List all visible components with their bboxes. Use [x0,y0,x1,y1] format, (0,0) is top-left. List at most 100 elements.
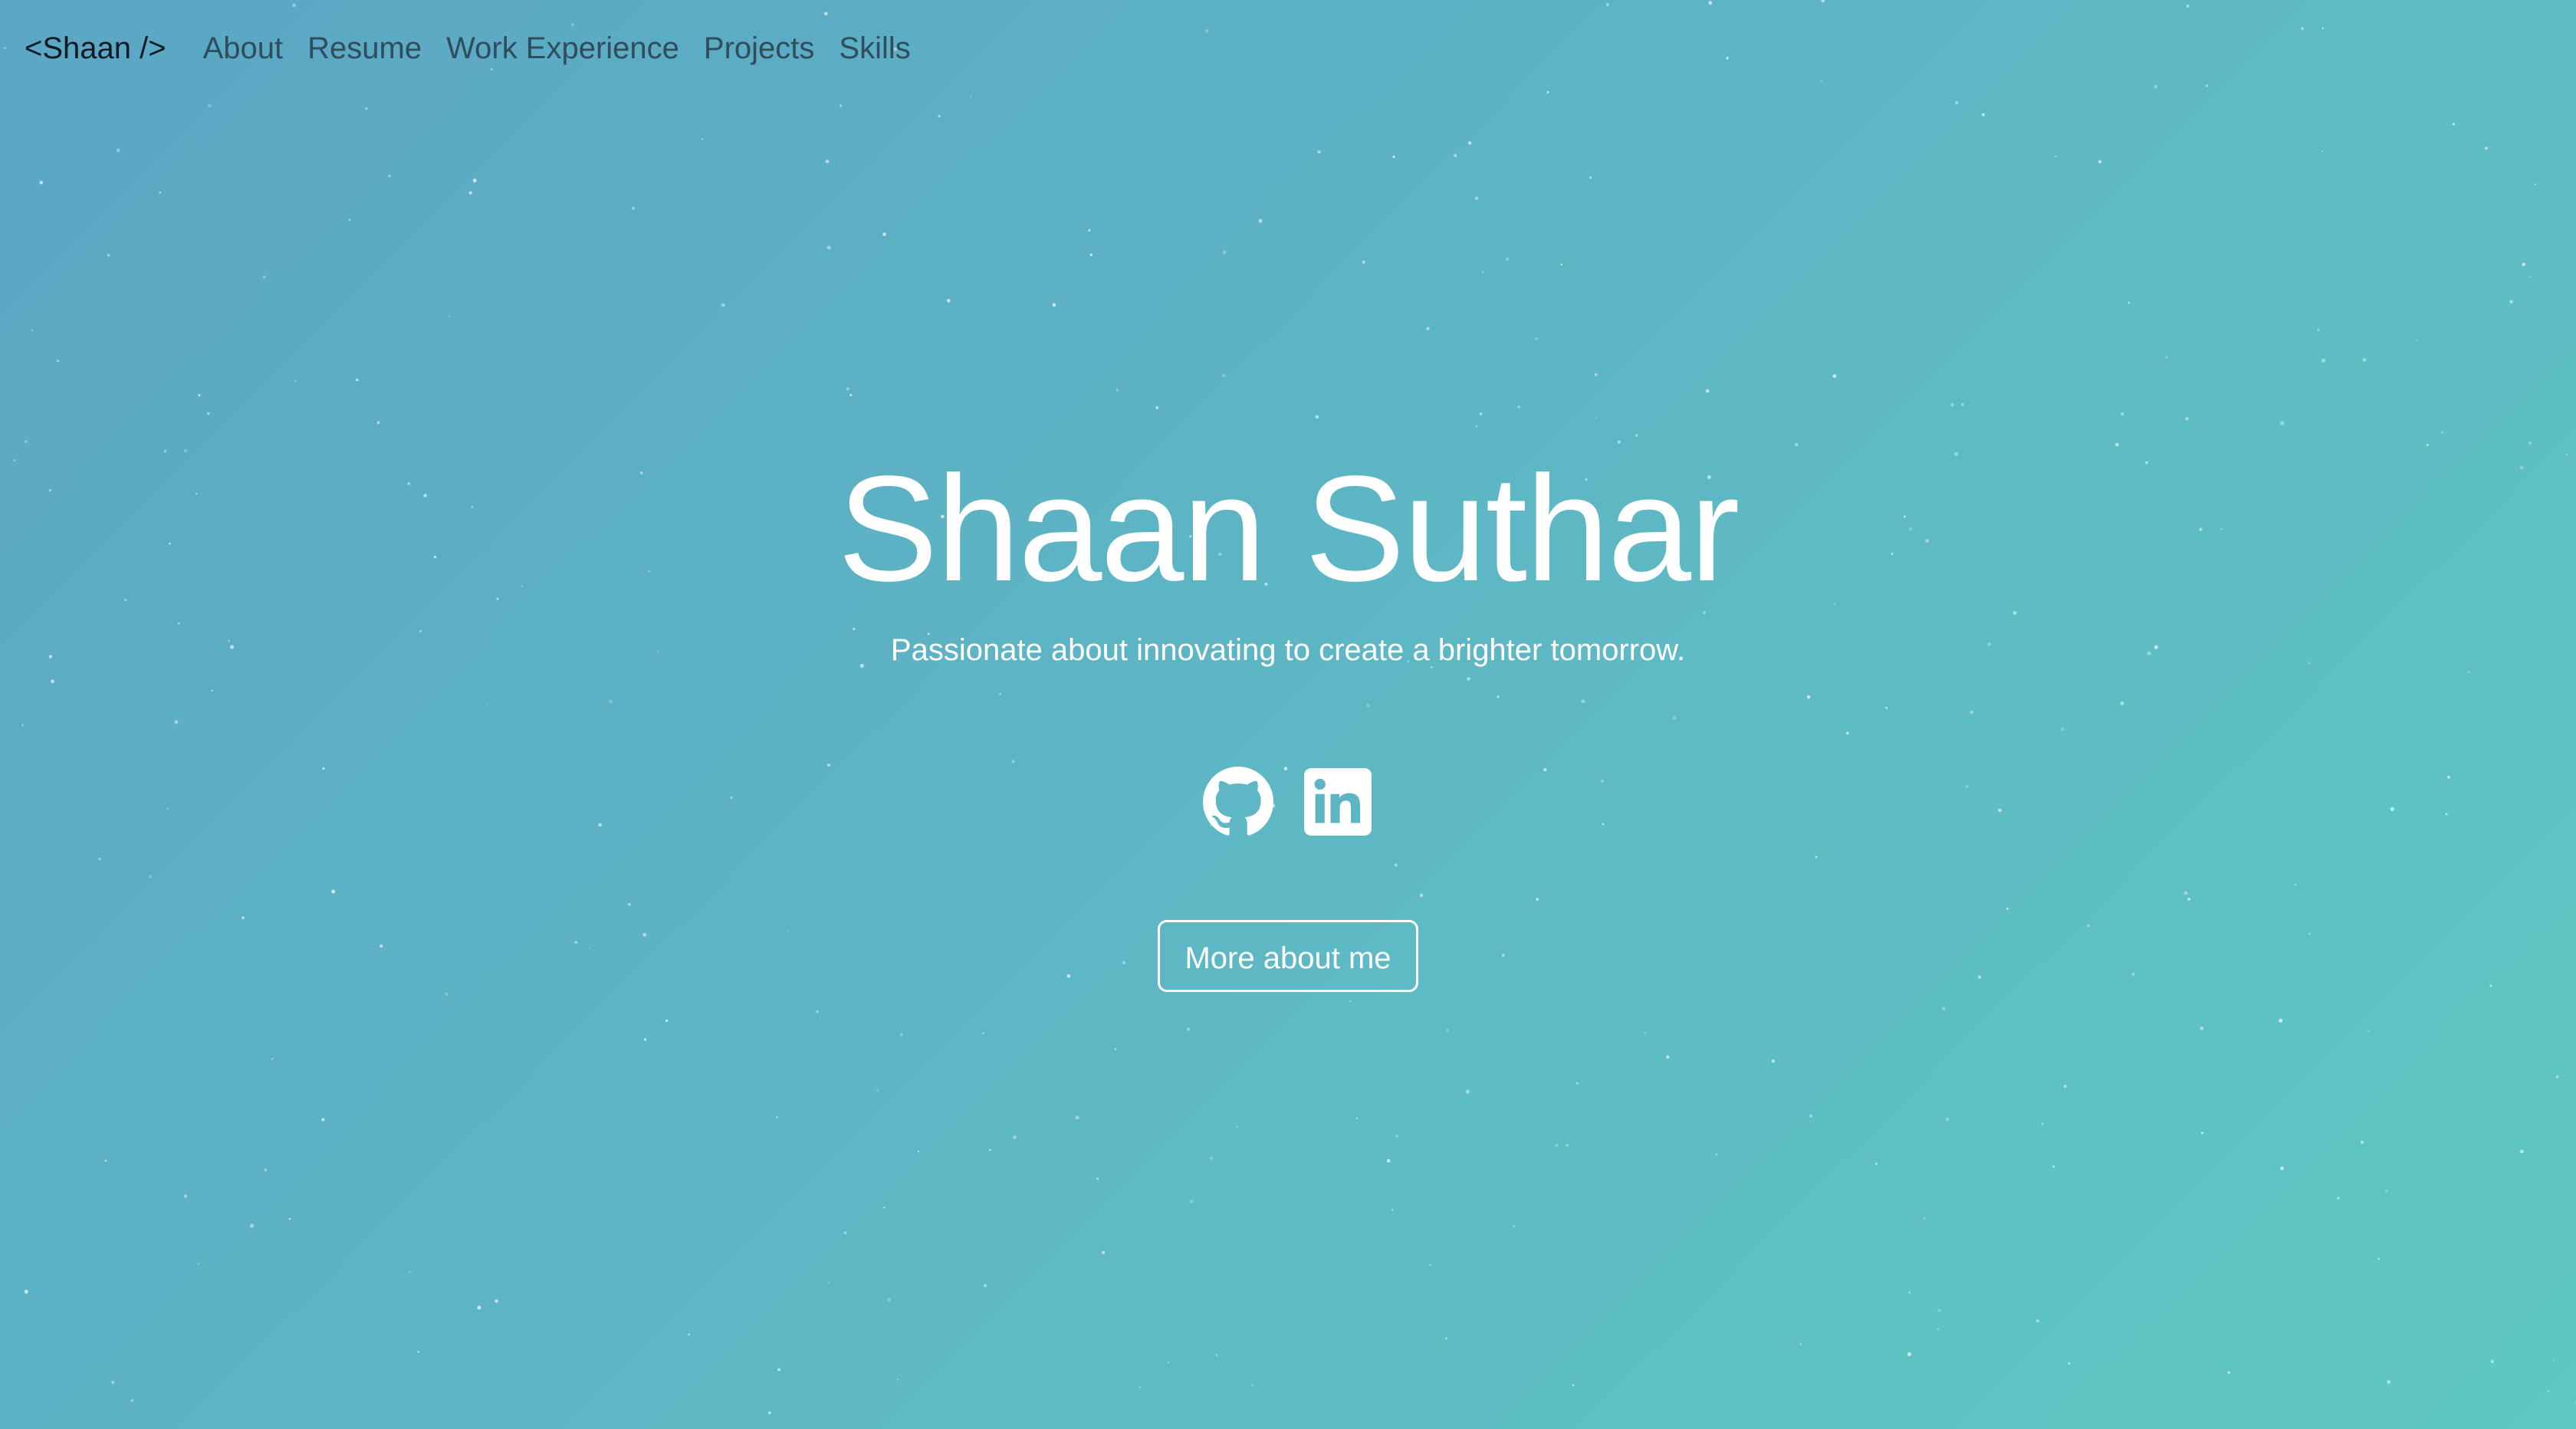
star-dot [1942,1007,1946,1010]
star-dot [24,1289,28,1294]
star-dot [31,330,34,332]
star-dot [983,1283,987,1288]
star-dot [1605,3,1610,7]
star-dot [262,275,266,279]
star-dot [1075,1115,1079,1120]
brand-logo[interactable]: <Shaan /> [25,31,166,66]
star-dot [840,104,843,107]
star-dot [777,1368,781,1372]
star-dot [2279,1018,2283,1023]
star-dot [1907,1352,1911,1356]
star-dot [1715,1153,1717,1156]
star-dot [1366,704,1370,708]
linkedin-link[interactable] [1301,765,1375,839]
star-dot [2416,340,2418,342]
star-dot [1572,1384,1575,1387]
star-dot [2534,183,2536,186]
star-dot [477,1306,481,1310]
star-dot [628,902,631,906]
star-dot [2337,1197,2340,1200]
star-dot [2552,1359,2555,1362]
star-dot [2280,1166,2285,1171]
star-dot [897,1378,899,1381]
nav-link-work-experience[interactable]: Work Experience [446,31,679,66]
star-dot [1209,1156,1214,1160]
star-dot [1186,1027,1191,1031]
linkedin-icon [1304,768,1372,836]
github-link[interactable] [1201,765,1275,839]
star-dot [970,96,972,98]
star-dot [198,393,201,397]
starfield-background [3,0,2576,1414]
star-dot [1476,425,1478,428]
star-dot [1820,80,1823,82]
star-dot [2528,275,2531,278]
star-dot [159,191,162,194]
nav-link-skills[interactable]: Skills [839,31,910,66]
hero-title: Shaan Suthar [837,445,1740,613]
star-dot [1581,699,1585,704]
nav-link-projects[interactable]: Projects [704,31,815,66]
star-dot [1317,150,1321,154]
star-dot [250,1224,255,1228]
more-about-me-button[interactable]: More about me [1158,920,1418,992]
star-dot [843,1231,847,1234]
star-dot [2061,727,2065,731]
star-dot [1475,196,1479,200]
star-dot [51,679,54,683]
star-dot [2280,421,2285,425]
star-dot [1167,1361,1170,1364]
star-dot [1444,1337,1447,1340]
star-dot [2484,146,2488,150]
star-dot [39,180,44,185]
star-dot [2317,329,2320,331]
star-dot [1116,389,1119,391]
star-dot [1535,337,1538,340]
star-dot [823,11,828,16]
star-dot [1429,1263,1431,1266]
star-dot [1981,113,1985,117]
star-dot [1923,1217,1926,1220]
nav-link-resume[interactable]: Resume [307,31,422,66]
star-dot [2165,356,2168,359]
star-dot [468,191,472,195]
star-dot [211,689,213,692]
star-dot [827,1281,830,1284]
star-dot [2360,1140,2364,1144]
star-dot [2098,159,2102,164]
star-dot [130,1399,134,1402]
star-dot [1546,90,1549,94]
star-dot [1937,1328,1939,1330]
star-dot [2068,1362,2071,1365]
star-dot [1666,1055,1670,1059]
star-dot [321,1118,325,1122]
star-dot [1771,1059,1775,1063]
star-dot [2321,150,2324,153]
star-dot [1560,263,1562,266]
star-dot [1215,1354,1217,1356]
star-dot [2385,1190,2388,1193]
star-dot [1845,731,1849,735]
star-dot [1705,389,1710,393]
star-dot [2227,1371,2231,1375]
star-dot [355,378,359,382]
nav-link-about[interactable]: About [203,31,284,66]
star-dot [1052,303,1056,307]
star-dot [2509,300,2513,304]
star-dot [2036,1319,2039,1322]
star-dot [348,218,351,221]
star-dot [2321,27,2324,29]
star-dot [1096,1178,1099,1180]
star-dot [1222,250,1227,255]
star-dot [1349,1000,1352,1003]
star-dot [1258,218,1263,223]
star-dot [1576,1082,1579,1085]
star-dot [768,1411,771,1414]
star-dot [2186,4,2190,8]
star-dot [2522,262,2525,267]
star-dot [609,699,613,704]
star-dot [1708,1,1713,5]
star-dot [495,1299,498,1303]
star-dot [1394,863,1398,867]
star-dot [2295,883,2297,886]
